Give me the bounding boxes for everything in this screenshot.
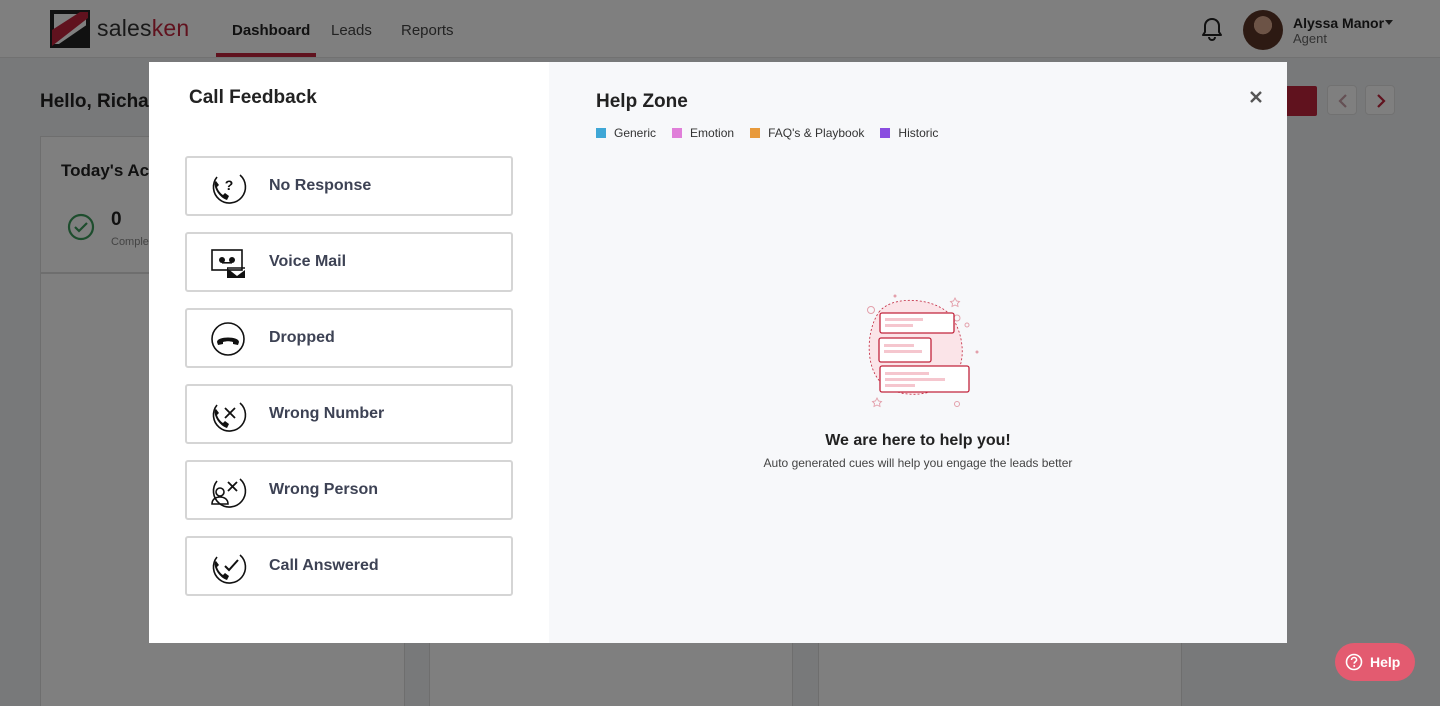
option-label: Wrong Number (269, 405, 385, 422)
phone-x-icon (212, 402, 247, 432)
option-label: Voice Mail (269, 253, 347, 270)
svg-text:?: ? (225, 177, 234, 193)
option-wrong-person[interactable]: Wrong Person (185, 460, 513, 520)
legend-swatch (596, 128, 606, 138)
legend-swatch (750, 128, 761, 138)
legend-label: FAQ's & Playbook (768, 126, 865, 140)
close-icon[interactable] (1246, 87, 1266, 107)
legend-item-generic: Generic (596, 126, 656, 140)
legend-item-emotion: Emotion (672, 126, 734, 140)
legend-label: Emotion (690, 126, 735, 140)
option-dropped[interactable]: Dropped (185, 308, 513, 368)
option-call-answered[interactable]: Call Answered (185, 536, 513, 596)
option-no-response[interactable]: ? No Response (185, 156, 513, 216)
option-wrong-number[interactable]: Wrong Number (185, 384, 513, 444)
help-button-label: Help (1370, 654, 1401, 670)
help-heading: We are here to help you! (825, 432, 1011, 449)
help-zone-panel: Help Zone Generic Emotion FAQ's & Playbo… (549, 62, 1287, 643)
help-zone-legend: Generic Emotion FAQ's & Playbook Histori… (596, 126, 954, 140)
chat-bubbles-illustration-icon (867, 294, 979, 408)
option-label: Wrong Person (269, 481, 379, 498)
legend-label: Historic (898, 126, 939, 140)
phone-hangup-icon (211, 322, 245, 356)
legend-item-historic: Historic (880, 126, 938, 140)
option-voice-mail[interactable]: Voice Mail (185, 232, 513, 292)
feedback-panel: Call Feedback ? No Response Voice Mail D… (149, 62, 549, 643)
legend-label: Generic (614, 126, 657, 140)
legend-item-faq-playbook: FAQ's & Playbook (750, 126, 864, 140)
phone-check-icon (212, 554, 247, 584)
help-subtext: Auto generated cues will help you engage… (763, 456, 1073, 470)
person-x-icon (211, 478, 247, 508)
help-zone-title: Help Zone (596, 91, 688, 112)
question-circle-icon (1345, 653, 1363, 671)
call-feedback-modal: Call Feedback ? No Response Voice Mail D… (149, 62, 1287, 643)
legend-swatch (672, 128, 683, 138)
voicemail-icon (211, 249, 245, 278)
phone-question-icon: ? (212, 174, 247, 204)
option-label: Dropped (269, 329, 335, 346)
help-button[interactable]: Help (1335, 643, 1415, 681)
modal-title: Call Feedback (189, 87, 317, 108)
option-label: Call Answered (269, 557, 379, 574)
option-label: No Response (269, 177, 372, 194)
legend-swatch (880, 128, 891, 138)
